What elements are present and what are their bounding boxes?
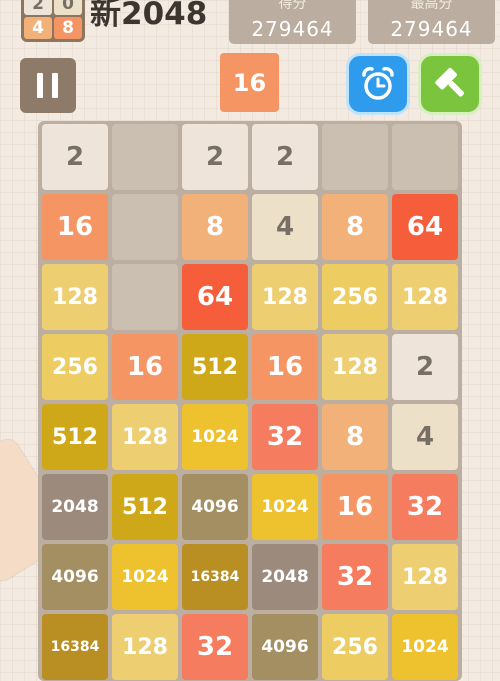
tile: 512 — [182, 334, 248, 400]
tile: 128 — [322, 334, 388, 400]
tile: 4 — [392, 404, 458, 470]
tile: 256 — [42, 334, 108, 400]
empty-cell — [322, 124, 388, 190]
best-score-panel: 最高分 279464 — [368, 0, 495, 44]
tile: 1024 — [392, 614, 458, 680]
hammer-button[interactable] — [418, 53, 482, 115]
empty-cell — [112, 264, 178, 330]
tile: 512 — [42, 404, 108, 470]
logo: 2 0 4 8 — [21, 0, 85, 42]
tile: 2048 — [42, 474, 108, 540]
tile: 32 — [322, 544, 388, 610]
tile: 16 — [322, 474, 388, 540]
tile: 16 — [252, 334, 318, 400]
logo-digit: 8 — [54, 17, 82, 39]
best-score-value: 279464 — [390, 17, 473, 41]
empty-cell — [392, 124, 458, 190]
hammer-icon — [435, 67, 465, 97]
tile: 4096 — [252, 614, 318, 680]
best-score-label: 最高分 — [410, 0, 453, 12]
tile: 2 — [42, 124, 108, 190]
tile: 2 — [252, 124, 318, 190]
tile: 2048 — [252, 544, 318, 610]
alarm-clock-icon — [362, 66, 394, 100]
tile: 256 — [322, 614, 388, 680]
tile: 8 — [182, 194, 248, 260]
logo-digit: 2 — [24, 0, 52, 15]
tile: 1024 — [252, 474, 318, 540]
logo-digit: 0 — [54, 0, 82, 15]
pause-button[interactable] — [20, 58, 76, 113]
score-panel: 得分 279464 — [229, 0, 356, 44]
tile: 256 — [322, 264, 388, 330]
tile: 2 — [182, 124, 248, 190]
logo-digit: 4 — [24, 17, 52, 39]
tile: 128 — [392, 544, 458, 610]
tile: 64 — [182, 264, 248, 330]
tile: 16384 — [182, 544, 248, 610]
tile: 16384 — [42, 614, 108, 680]
next-tile: 16 — [220, 53, 279, 112]
empty-cell — [112, 124, 178, 190]
tile: 8 — [322, 404, 388, 470]
tile: 16 — [42, 194, 108, 260]
tile: 128 — [392, 264, 458, 330]
tile: 128 — [112, 614, 178, 680]
tile: 32 — [392, 474, 458, 540]
tile: 128 — [112, 404, 178, 470]
tile: 4096 — [182, 474, 248, 540]
tile: 32 — [182, 614, 248, 680]
tile: 128 — [42, 264, 108, 330]
tile: 128 — [252, 264, 318, 330]
tile: 4096 — [42, 544, 108, 610]
score-label: 得分 — [278, 0, 307, 12]
tile: 16 — [112, 334, 178, 400]
tile: 1024 — [182, 404, 248, 470]
tile: 8 — [322, 194, 388, 260]
undo-clock-button[interactable] — [346, 53, 410, 115]
tile: 64 — [392, 194, 458, 260]
app-title: 新2048 — [90, 0, 208, 32]
game-board[interactable]: 2 2 2 16 8 4 8 64 128 64 128 256 128 256 16 512 16 128 2 51… — [38, 121, 462, 681]
score-value: 279464 — [251, 17, 334, 41]
tile: 512 — [112, 474, 178, 540]
tile: 2 — [392, 334, 458, 400]
empty-cell — [112, 194, 178, 260]
tile: 4 — [252, 194, 318, 260]
tile: 1024 — [112, 544, 178, 610]
tile: 32 — [252, 404, 318, 470]
